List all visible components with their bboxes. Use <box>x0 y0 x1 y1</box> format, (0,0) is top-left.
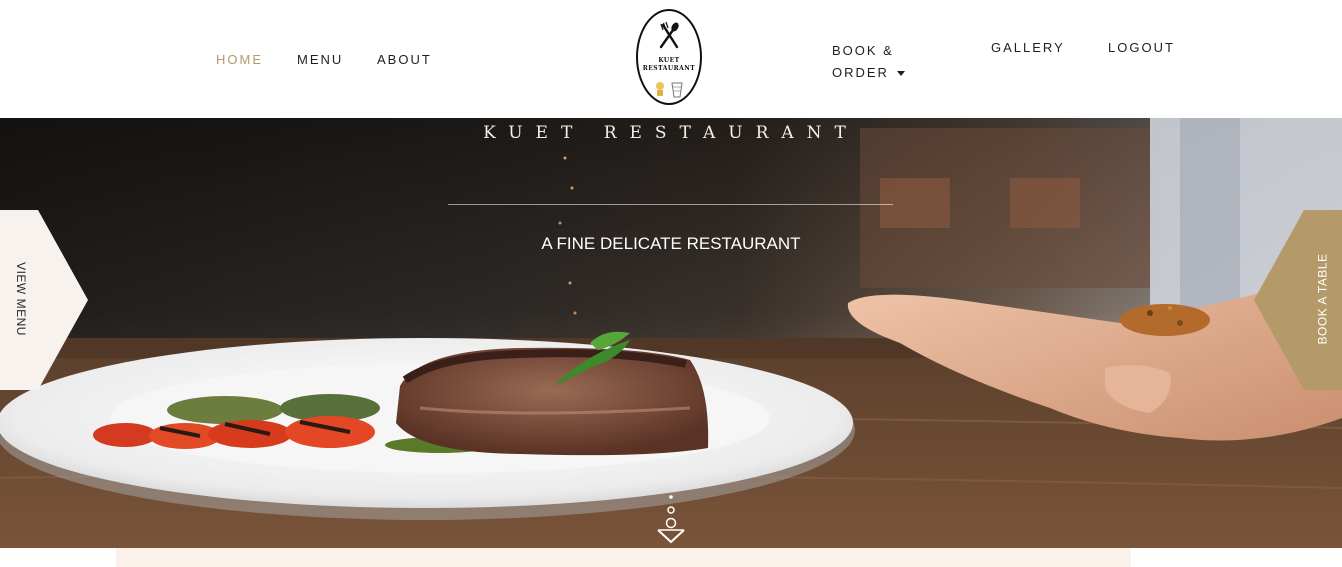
nav-book-label-line1: BOOK & <box>832 43 894 58</box>
book-table-tab[interactable]: BOOK A TABLE <box>1254 210 1342 390</box>
scroll-down-arrow-icon <box>657 495 685 544</box>
nav-logout-link[interactable]: LOGOUT <box>1108 40 1175 55</box>
view-menu-tab[interactable]: VIEW MENU <box>0 210 88 390</box>
nav-home-link[interactable]: HOME <box>216 52 263 67</box>
logo-text-line1: KUET <box>658 57 680 64</box>
caret-down-icon <box>896 71 905 77</box>
hero-divider <box>448 204 893 205</box>
nav-menu-link[interactable]: MENU <box>297 52 343 67</box>
hero-food-image <box>0 118 1342 548</box>
nav-book-order-dropdown[interactable]: BOOK & ORDER <box>832 40 922 84</box>
content-section-edge <box>116 548 1131 567</box>
view-menu-label: VIEW MENU <box>13 262 28 336</box>
site-header: HOME MENU ABOUT KUET RESTAURANT BOOK & O… <box>0 0 1342 118</box>
nav-about-link[interactable]: ABOUT <box>377 52 432 67</box>
hero-banner: KUET RESTAURANT A FINE DELICATE RESTAURA… <box>0 118 1342 548</box>
restaurant-logo[interactable]: KUET RESTAURANT <box>636 9 702 105</box>
nav-gallery-link[interactable]: GALLERY <box>991 40 1065 55</box>
hero-title: KUET RESTAURANT <box>483 123 859 143</box>
book-table-label: BOOK A TABLE <box>1315 253 1330 345</box>
hero-subtitle: A FINE DELICATE RESTAURANT <box>541 234 801 253</box>
scroll-down-icon[interactable] <box>655 493 687 548</box>
logo-text-line2: RESTAURANT <box>642 65 696 72</box>
nav-book-label-line2: ORDER <box>832 65 889 80</box>
